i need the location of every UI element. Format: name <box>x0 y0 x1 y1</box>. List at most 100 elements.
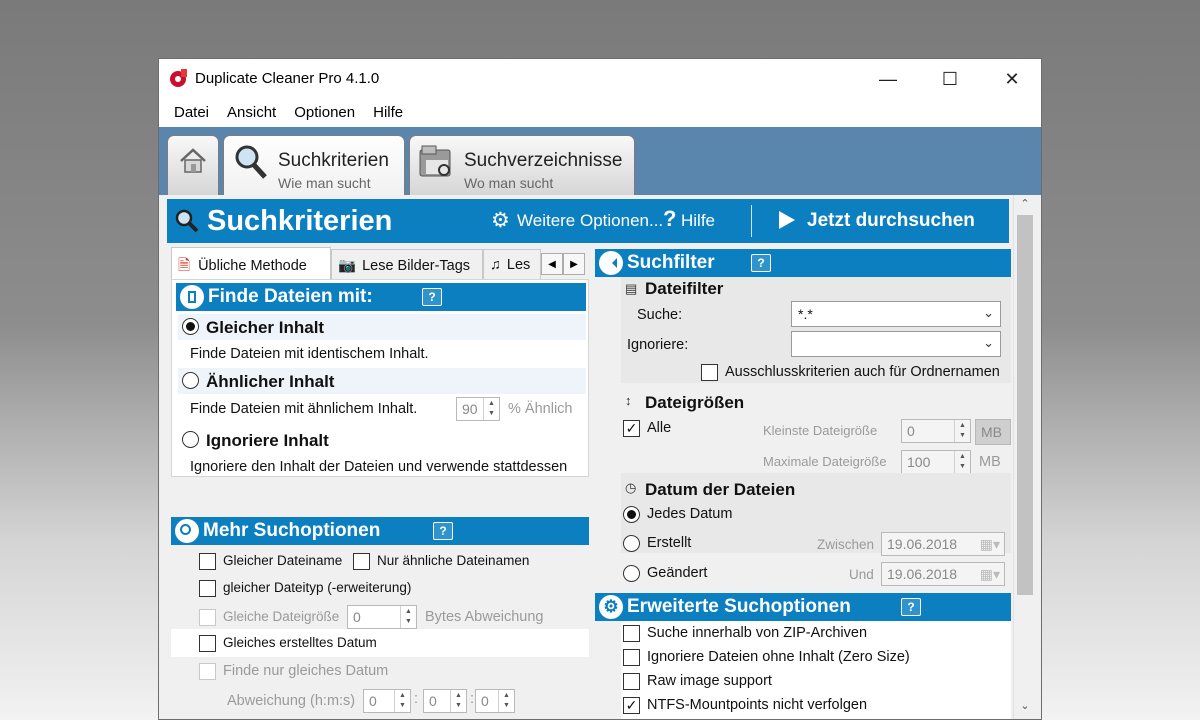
tab-scroll-right[interactable]: ▶ <box>563 253 585 275</box>
label-maximale-dateigroesse: Maximale Dateigröße <box>763 454 887 469</box>
chk-raw-image[interactable] <box>623 673 640 690</box>
abweichung-m-input[interactable]: 0 ▲ ▼ <box>423 689 467 713</box>
tab-lese-audio[interactable]: ♫ Les <box>483 249 541 279</box>
chk-alle-groessen[interactable]: ✓ <box>623 420 640 437</box>
suche-value: *.* <box>798 306 813 322</box>
menu-hilfe[interactable]: Hilfe <box>364 99 412 127</box>
home-icon <box>180 148 206 173</box>
title-bar: Duplicate Cleaner Pro 4.1.0 — ☐ ✕ <box>159 59 1041 99</box>
unit-max: MB <box>979 454 1001 470</box>
unit-selector-min[interactable]: MB <box>975 419 1011 445</box>
calendar-icon[interactable]: ▦▾ <box>980 566 1000 583</box>
radio-ignoriere-inhalt[interactable] <box>182 431 199 448</box>
question-icon[interactable]: ? <box>433 522 453 540</box>
radio-jedes-datum[interactable] <box>623 506 640 523</box>
calendar-icon[interactable]: ▦▾ <box>980 536 1000 553</box>
groesse-abweichung-input[interactable]: 0 ▲ ▼ <box>347 605 417 629</box>
folder-search-icon <box>419 145 451 177</box>
content-area: Suchkriterien ⚙ Weitere Optionen... ? Hi… <box>167 195 1011 719</box>
radio-aehnlicher-inhalt[interactable] <box>182 372 199 389</box>
music-note-icon: ♫ <box>490 257 501 273</box>
separator-colon: : <box>470 691 475 707</box>
app-window: Duplicate Cleaner Pro 4.1.0 — ☐ ✕ Datei … <box>158 58 1042 720</box>
tab-suchkriterien[interactable]: Suchkriterien Wie man sucht <box>223 135 405 197</box>
chevron-down-icon: ⌄ <box>983 305 994 320</box>
spinner-arrows-icon[interactable]: ▲ ▼ <box>498 690 514 712</box>
ignoriere-combobox[interactable]: ⌄ <box>791 331 1001 357</box>
maximize-button[interactable]: ☐ <box>919 59 981 99</box>
chk-gleicher-dateiname[interactable] <box>199 553 216 570</box>
radio-geaendert[interactable] <box>623 565 640 582</box>
menu-ansicht[interactable]: Ansicht <box>218 99 285 127</box>
label-zero-size: Ignoriere Dateien ohne Inhalt (Zero Size… <box>647 649 910 665</box>
finde-dateien-box: Finde Dateien mit: ? Gleicher Inhalt Fin… <box>171 279 589 477</box>
chk-zero-size[interactable] <box>623 649 640 666</box>
tab-suchkriterien-title: Suchkriterien <box>278 150 389 171</box>
gear-icon: ⚙ <box>491 209 510 232</box>
date-to-value: 19.06.2018 <box>887 566 958 582</box>
aehnlich-unit: % Ähnlich <box>508 401 573 417</box>
chk-gleiches-datum[interactable] <box>199 663 216 680</box>
suche-combobox[interactable]: *.* ⌄ <box>791 301 1001 327</box>
tab-lese-bilder-tags[interactable]: 📷 Lese Bilder-Tags <box>331 249 483 279</box>
abweichung-s-input[interactable]: 0 ▲ ▼ <box>475 689 515 713</box>
menu-datei[interactable]: Datei <box>165 99 218 127</box>
tab-scroll-left[interactable]: ◀ <box>541 253 563 275</box>
tab-suchkriterien-subtitle: Wie man sucht <box>278 175 371 191</box>
tab-suchverzeichnisse[interactable]: Suchverzeichnisse Wo man sucht <box>409 135 635 195</box>
label-dateityp: gleicher Dateityp (-erweiterung) <box>223 580 412 595</box>
chk-gleiches-erstelltes-datum[interactable] <box>199 635 216 652</box>
scrollbar-thumb[interactable] <box>1017 215 1033 595</box>
spinner-arrows-icon[interactable]: ▲ ▼ <box>483 398 499 420</box>
question-icon[interactable]: ? <box>751 254 771 272</box>
radio-gleicher-inhalt[interactable] <box>182 318 199 335</box>
chk-aehnliche-dateinamen[interactable] <box>353 553 370 570</box>
chk-dateityp[interactable] <box>199 580 216 597</box>
chk-ausschluss-ordnernamen[interactable] <box>701 364 718 381</box>
tab-home[interactable] <box>167 135 219 195</box>
date-from-picker[interactable]: 19.06.2018 ▦▾ <box>881 532 1005 556</box>
question-icon[interactable]: ? <box>901 598 921 616</box>
desc-aehnlicher-inhalt: Finde Dateien mit ähnlichem Inhalt. <box>190 401 418 417</box>
vertical-scrollbar[interactable]: ⌃ ⌄ <box>1013 195 1036 719</box>
magnifier-icon <box>175 209 199 233</box>
label-und: Und <box>849 567 874 582</box>
spinner-arrows-icon[interactable]: ▲ ▼ <box>394 690 410 712</box>
scroll-up-icon[interactable]: ⌃ <box>1014 197 1036 213</box>
weitere-optionen-link[interactable]: Weitere Optionen... <box>517 211 663 231</box>
spinner-arrows-icon[interactable]: ▲ ▼ <box>954 420 970 442</box>
date-to-picker[interactable]: 19.06.2018 ▦▾ <box>881 562 1005 586</box>
finde-dateien-header: Finde Dateien mit: ? <box>176 283 586 311</box>
method-tabs: 🗎 Übliche Methode 📷 Lese Bilder-Tags ♫ Les … <box>171 247 589 279</box>
chk-zip-archive[interactable] <box>623 625 640 642</box>
unit-min: MB <box>981 424 1002 440</box>
maximale-dateigroesse-input[interactable]: 100 ▲ ▼ <box>901 450 971 474</box>
dateifilter-title: Dateifilter <box>645 279 724 298</box>
aehnlich-percent-value: 90 <box>462 401 478 417</box>
header-band: Suchkriterien ⚙ Weitere Optionen... ? Hi… <box>167 199 1009 243</box>
abweichung-h-input[interactable]: 0 ▲ ▼ <box>363 689 411 713</box>
spinner-arrows-icon[interactable]: ▲ ▼ <box>450 690 466 712</box>
hilfe-link[interactable]: Hilfe <box>681 211 715 231</box>
jetzt-durchsuchen-button[interactable]: Jetzt durchsuchen <box>807 210 975 232</box>
label-erstellt: Erstellt <box>647 535 692 551</box>
tab-uebliche-methode[interactable]: 🗎 Übliche Methode <box>171 247 331 279</box>
close-button[interactable]: ✕ <box>981 59 1041 99</box>
label-gleiches-datum: Finde nur gleiches Datum <box>223 663 389 679</box>
kleinste-dateigroesse-input[interactable]: 0 ▲ ▼ <box>901 419 971 443</box>
scroll-down-icon[interactable]: ⌄ <box>1014 699 1036 715</box>
radio-erstellt[interactable] <box>623 535 640 552</box>
window-title: Duplicate Cleaner Pro 4.1.0 <box>195 70 380 87</box>
question-icon[interactable]: ? <box>422 288 442 306</box>
aehnlich-percent-input[interactable]: 90 ▲ ▼ <box>456 397 500 421</box>
minimize-button[interactable]: — <box>857 59 919 99</box>
document-icon: 🗎 <box>178 257 191 274</box>
help-icon: ? <box>663 206 677 231</box>
spinner-arrows-icon[interactable]: ▲ ▼ <box>400 606 416 628</box>
chk-ntfs-mountpoints[interactable]: ✓ <box>623 697 640 714</box>
menu-optionen[interactable]: Optionen <box>285 99 364 127</box>
chk-gleiche-dateigroesse[interactable] <box>199 609 216 626</box>
kleinste-value: 0 <box>907 423 915 439</box>
page-title: Suchkriterien <box>207 205 393 237</box>
spinner-arrows-icon[interactable]: ▲ ▼ <box>954 451 970 473</box>
